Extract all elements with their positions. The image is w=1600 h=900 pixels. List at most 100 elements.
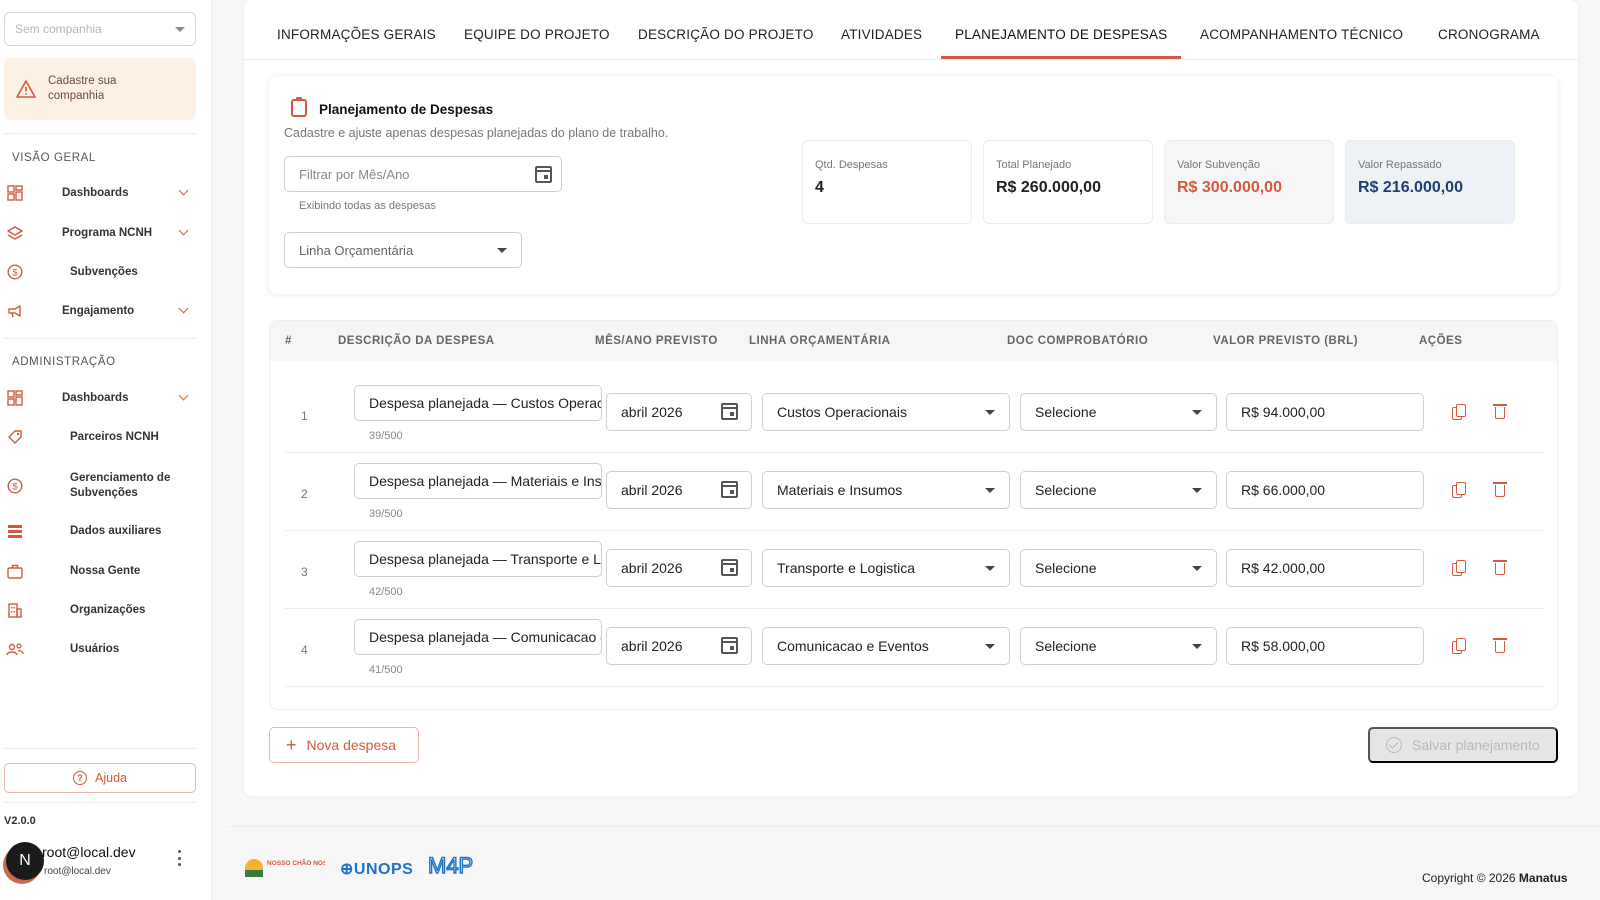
- user-profile[interactable]: N root@local.dev root@local.dev: [0, 840, 200, 890]
- calendar-icon[interactable]: [721, 559, 738, 576]
- calendar-icon[interactable]: [721, 403, 738, 420]
- dashboard-icon: [6, 389, 24, 407]
- row-number: 2: [301, 487, 308, 501]
- month-input[interactable]: abril 2026: [606, 549, 752, 587]
- tab-informacoes-gerais[interactable]: INFORMAÇÕES GERAIS: [277, 27, 436, 42]
- char-counter: 39/500: [369, 508, 403, 520]
- sidebar-item-parceiros[interactable]: Parceiros NCNH: [0, 421, 200, 453]
- chevron-down-icon: [985, 410, 995, 415]
- description-input[interactable]: Despesa planejada — Transporte e Logisti…: [354, 541, 602, 577]
- duplicate-icon[interactable]: [1452, 404, 1466, 420]
- table-header: # DESCRIÇÃO DA DESPESA MÊS/ANO PREVISTO …: [270, 321, 1557, 361]
- duplicate-icon[interactable]: [1452, 482, 1466, 498]
- document-select[interactable]: Selecione: [1020, 627, 1217, 665]
- sidebar-item-admin-dashboards[interactable]: Dashboards: [0, 382, 200, 414]
- budget-line-select[interactable]: Materiais e Insumos: [762, 471, 1010, 509]
- svg-text:$: $: [12, 482, 17, 492]
- stat-label: Qtd. Despesas: [815, 159, 888, 171]
- month-input[interactable]: abril 2026: [606, 471, 752, 509]
- tab-cronograma[interactable]: CRONOGRAMA: [1438, 27, 1540, 42]
- sidebar-item-dashboards[interactable]: Dashboards: [0, 177, 200, 209]
- sidebar-item-organizacoes[interactable]: Organizações: [0, 594, 200, 626]
- month-value: abril 2026: [621, 482, 683, 498]
- dollar-circle-icon: $: [6, 477, 24, 495]
- sidebar-item-programa-ncnh[interactable]: Programa NCNH: [0, 217, 200, 249]
- value-input[interactable]: R$ 58.000,00: [1226, 627, 1424, 665]
- delete-icon[interactable]: [1493, 560, 1507, 575]
- sidebar-item-usuarios[interactable]: Usuários: [0, 633, 200, 665]
- stat-total-planned: Total Planejado R$ 260.000,00: [983, 140, 1153, 224]
- layers-icon: [6, 224, 24, 242]
- warning-icon: [16, 80, 36, 98]
- char-counter: 39/500: [369, 430, 403, 442]
- table-row: 2 Despesa planejada — Materiais e Insumo…: [285, 453, 1545, 531]
- table-row: 4 Despesa planejada — Comunicacao e Even…: [285, 609, 1545, 687]
- nosso-chao-logo: NOSSO CHÃO NOSSA HISTÓRIA: [245, 858, 325, 877]
- company-warning[interactable]: Cadastre sua companhia: [4, 58, 196, 120]
- value-input[interactable]: R$ 42.000,00: [1226, 549, 1424, 587]
- help-button[interactable]: ? Ajuda: [4, 763, 196, 793]
- sidebar-item-nossa-gente[interactable]: Nossa Gente: [0, 555, 200, 587]
- tab-equipe-do-projeto[interactable]: EQUIPE DO PROJETO: [464, 27, 610, 42]
- budget-line-filter-select[interactable]: Linha Orçamentária: [284, 232, 522, 268]
- stat-value: 4: [815, 179, 824, 196]
- filter-hint: Exibindo todas as despesas: [299, 200, 436, 212]
- plus-icon: +: [286, 735, 297, 755]
- company-select[interactable]: Sem companhia: [4, 12, 196, 46]
- calendar-icon[interactable]: [721, 481, 738, 498]
- more-options-icon[interactable]: [178, 850, 181, 866]
- document-select[interactable]: Selecione: [1020, 471, 1217, 509]
- sidebar-item-subvencoes[interactable]: $ Subvenções: [0, 256, 200, 288]
- budget-line-select[interactable]: Custos Operacionais: [762, 393, 1010, 431]
- delete-icon[interactable]: [1493, 482, 1507, 497]
- description-input[interactable]: Despesa planejada — Custos Operacionais: [354, 385, 602, 421]
- briefcase-icon: [6, 562, 24, 580]
- description-input[interactable]: Despesa planejada — Materiais e Insumos: [354, 463, 602, 499]
- month-year-filter-input[interactable]: Filtrar por Mês/Ano: [284, 156, 562, 192]
- sidebar-item-gerenciamento[interactable]: $ Gerenciamento de Subvenções: [0, 468, 200, 504]
- building-icon: [6, 601, 24, 619]
- document-select[interactable]: Selecione: [1020, 549, 1217, 587]
- divider: [4, 133, 196, 134]
- budget-line-select[interactable]: Transporte e Logistica: [762, 549, 1010, 587]
- duplicate-icon[interactable]: [1452, 560, 1466, 576]
- tab-atividades[interactable]: ATIVIDADES: [841, 27, 922, 42]
- stat-value: R$ 216.000,00: [1358, 179, 1463, 196]
- tab-planejamento-de-despesas[interactable]: PLANEJAMENTO DE DESPESAS: [955, 27, 1167, 42]
- document-select[interactable]: Selecione: [1020, 393, 1217, 431]
- add-expense-button[interactable]: + Nova despesa: [269, 727, 419, 763]
- avatar: N: [6, 842, 44, 880]
- delete-icon[interactable]: [1493, 638, 1507, 653]
- tab-descricao-do-projeto[interactable]: DESCRIÇÃO DO PROJETO: [638, 27, 814, 42]
- chevron-down-icon: [1192, 566, 1202, 571]
- tab-acompanhamento-tecnico[interactable]: ACOMPANHAMENTO TÉCNICO: [1200, 27, 1403, 42]
- budget-line-select[interactable]: Comunicacao e Eventos: [762, 627, 1010, 665]
- sidebar-item-label: Nossa Gente: [70, 564, 141, 577]
- divider: [4, 338, 196, 339]
- m4p-logo: M4P: [428, 853, 474, 877]
- calendar-icon[interactable]: [721, 637, 738, 654]
- calendar-icon[interactable]: [535, 166, 552, 183]
- panel-subtitle: Cadastre e ajuste apenas despesas planej…: [284, 126, 669, 140]
- month-input[interactable]: abril 2026: [606, 393, 752, 431]
- section-overview-title: VISÃO GERAL: [12, 152, 96, 164]
- sidebar-item-engajamento[interactable]: Engajamento: [0, 295, 200, 327]
- chevron-down-icon: [985, 488, 995, 493]
- chevron-down-icon: [1192, 644, 1202, 649]
- stat-label: Valor Repassado: [1358, 159, 1442, 171]
- sidebar-item-dados-auxiliares[interactable]: Dados auxiliares: [0, 515, 200, 547]
- filter-placeholder: Filtrar por Mês/Ano: [299, 166, 410, 182]
- month-input[interactable]: abril 2026: [606, 627, 752, 665]
- row-number: 4: [301, 643, 308, 657]
- char-counter: 41/500: [369, 664, 403, 676]
- stat-transferred-value: Valor Repassado R$ 216.000,00: [1345, 140, 1515, 224]
- value-input[interactable]: R$ 66.000,00: [1226, 471, 1424, 509]
- question-icon: ?: [73, 771, 87, 785]
- column-header-number: #: [285, 335, 292, 347]
- save-planning-button[interactable]: Salvar planejamento: [1368, 727, 1558, 763]
- value-input[interactable]: R$ 94.000,00: [1226, 393, 1424, 431]
- delete-icon[interactable]: [1493, 404, 1507, 419]
- description-input[interactable]: Despesa planejada — Comunicacao e Evento…: [354, 619, 602, 655]
- duplicate-icon[interactable]: [1452, 638, 1466, 654]
- active-tab-indicator: [941, 56, 1181, 59]
